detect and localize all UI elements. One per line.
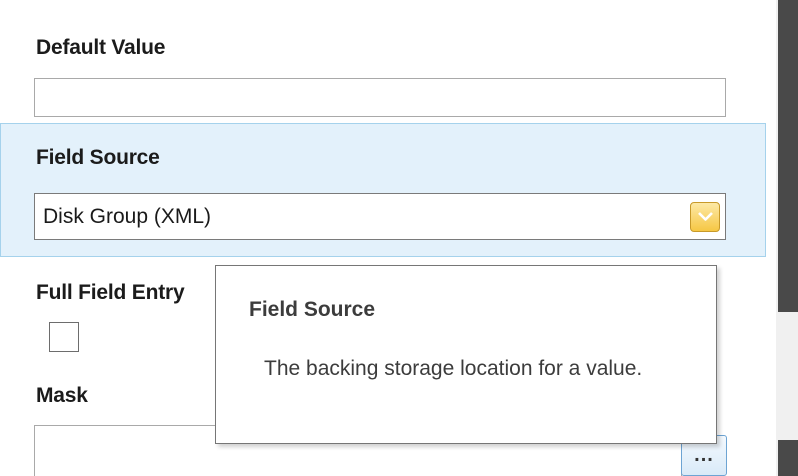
field-source-tooltip: Field Source The backing storage locatio… [215, 265, 717, 444]
field-source-label: Field Source [36, 146, 160, 169]
full-field-entry-checkbox[interactable] [49, 322, 79, 352]
mask-label: Mask [36, 384, 88, 407]
dropdown-button[interactable] [690, 202, 720, 232]
default-value-label: Default Value [36, 36, 166, 59]
tooltip-body: The backing storage location for a value… [264, 357, 643, 380]
field-source-dropdown[interactable]: Disk Group (XML) [34, 193, 726, 240]
tooltip-title: Field Source [249, 298, 376, 321]
full-field-entry-label: Full Field Entry [36, 281, 185, 304]
default-value-input[interactable] [34, 78, 726, 117]
scrollbar-thumb-lower[interactable] [778, 440, 798, 476]
field-source-selected-value: Disk Group (XML) [43, 205, 212, 228]
mask-browse-label: ... [694, 444, 714, 466]
chevron-down-icon [698, 212, 713, 221]
scrollbar-thumb[interactable] [778, 0, 798, 312]
